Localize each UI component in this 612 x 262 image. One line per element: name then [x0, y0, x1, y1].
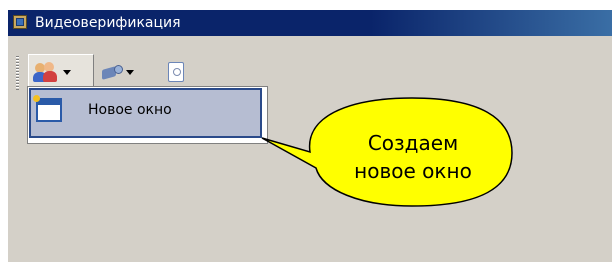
dropdown-menu: Новое окно [27, 86, 268, 144]
menu-item-label: Новое окно [88, 102, 172, 118]
callout-line-1: Создаем [367, 131, 459, 155]
chevron-down-icon [63, 69, 71, 75]
camera-dropdown-button[interactable] [96, 54, 154, 90]
document-icon [168, 62, 184, 82]
window-title: Видеоверификация [35, 15, 181, 31]
new-window-icon [33, 95, 62, 122]
users-dropdown-button[interactable] [28, 54, 94, 90]
document-button[interactable] [162, 54, 192, 90]
chevron-down-icon [126, 69, 134, 75]
menu-item-new-window[interactable]: Новое окно [29, 88, 262, 138]
title-bar[interactable]: Видеоверификация [8, 10, 612, 36]
callout-line-2: новое окно [354, 159, 472, 183]
users-icon [33, 61, 59, 83]
toolbar-grip[interactable] [16, 56, 19, 90]
camera-icon [100, 62, 123, 82]
callout-text: Создаем новое окно [342, 129, 484, 185]
app-icon [13, 15, 27, 29]
